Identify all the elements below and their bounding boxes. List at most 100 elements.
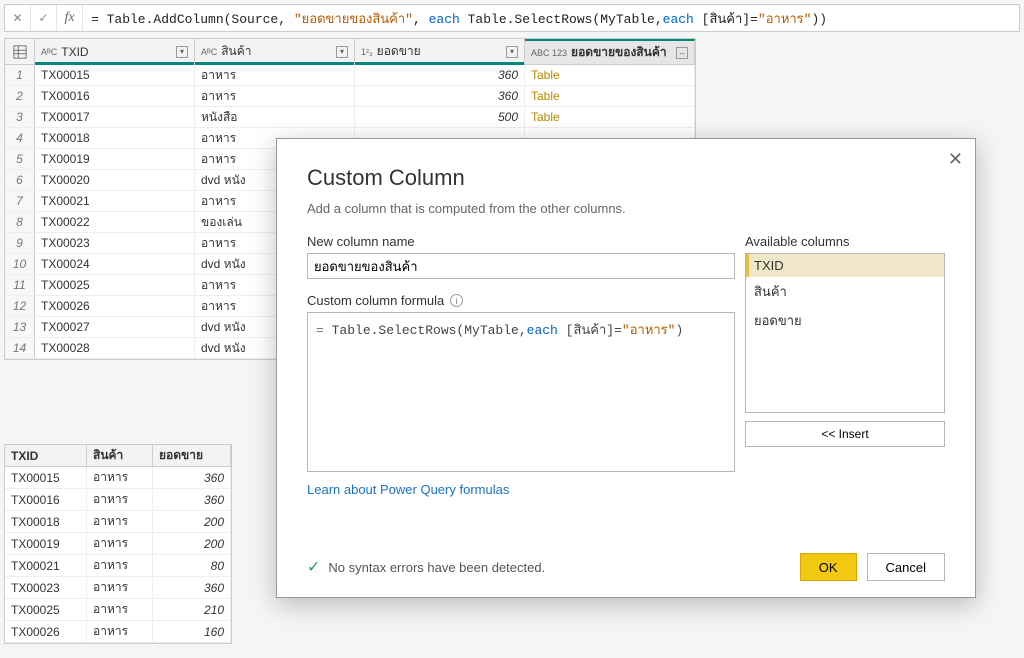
- cell-txid[interactable]: TX00022: [35, 212, 195, 232]
- row-number: 12: [5, 296, 35, 316]
- cell-product[interactable]: อาหาร: [87, 467, 153, 488]
- cell-txid[interactable]: TX00024: [35, 254, 195, 274]
- table-row[interactable]: TX00019อาหาร200: [5, 533, 231, 555]
- available-column-item[interactable]: สินค้า: [746, 277, 944, 306]
- cell-txid[interactable]: TX00016: [35, 86, 195, 106]
- cell-txid[interactable]: TX00023: [5, 577, 87, 598]
- chevron-down-icon[interactable]: ▾: [336, 46, 348, 58]
- cell-product[interactable]: อาหาร: [87, 489, 153, 510]
- cell-txid[interactable]: TX00015: [5, 467, 87, 488]
- table-row[interactable]: TX00026อาหาร160: [5, 621, 231, 643]
- cell-sales[interactable]: 200: [153, 533, 231, 554]
- mini-header-txid[interactable]: TXID: [5, 445, 87, 466]
- table-row[interactable]: TX00018อาหาร200: [5, 511, 231, 533]
- available-columns-list[interactable]: TXID สินค้า ยอดขาย: [745, 253, 945, 413]
- cell-sales[interactable]: 360: [355, 86, 525, 106]
- close-icon[interactable]: ✕: [948, 149, 963, 170]
- dialog-subtitle: Add a column that is computed from the o…: [307, 201, 945, 216]
- accept-formula-icon[interactable]: ✓: [31, 5, 57, 31]
- row-number: 14: [5, 338, 35, 358]
- mini-header-sales[interactable]: ยอดขาย: [153, 445, 231, 466]
- row-number: 1: [5, 65, 35, 85]
- cell-txid[interactable]: TX00018: [35, 128, 195, 148]
- col-header-new[interactable]: ABC 123 ยอดขายของสินค้า ↔: [525, 39, 695, 64]
- cell-sales[interactable]: 200: [153, 511, 231, 532]
- cell-txid[interactable]: TX00026: [35, 296, 195, 316]
- cell-txid[interactable]: TX00027: [35, 317, 195, 337]
- cell-product[interactable]: อาหาร: [195, 86, 355, 106]
- cell-sales[interactable]: 360: [355, 65, 525, 85]
- cell-txid[interactable]: TX00017: [35, 107, 195, 127]
- new-column-name-input[interactable]: [307, 253, 735, 279]
- grid-header: AᴮC TXID ▾ AᴮC สินค้า ▾ 1²₃ ยอดขาย ▾ ABC…: [5, 39, 695, 65]
- chevron-down-icon[interactable]: ▾: [506, 46, 518, 58]
- cell-txid[interactable]: TX00023: [35, 233, 195, 253]
- cell-txid[interactable]: TX00021: [5, 555, 87, 576]
- chevron-down-icon[interactable]: ▾: [176, 46, 188, 58]
- new-column-name-label: New column name: [307, 234, 735, 249]
- cell-sales[interactable]: 360: [153, 489, 231, 510]
- row-number: 11: [5, 275, 35, 295]
- cell-txid[interactable]: TX00019: [35, 149, 195, 169]
- cell-txid[interactable]: TX00028: [35, 338, 195, 358]
- table-row[interactable]: TX00025อาหาร210: [5, 599, 231, 621]
- mini-header-product[interactable]: สินค้า: [87, 445, 153, 466]
- cell-txid[interactable]: TX00018: [5, 511, 87, 532]
- cell-new[interactable]: Table: [525, 65, 695, 85]
- table-row[interactable]: TX00016อาหาร360: [5, 489, 231, 511]
- cell-sales[interactable]: 360: [153, 577, 231, 598]
- cell-txid[interactable]: TX00015: [35, 65, 195, 85]
- cell-product[interactable]: หนังสือ: [195, 107, 355, 127]
- formula-text[interactable]: = Table.AddColumn(Source, "ยอดขายของสินค…: [83, 8, 1019, 29]
- table-row[interactable]: TX00023อาหาร360: [5, 577, 231, 599]
- cell-product[interactable]: อาหาร: [87, 621, 153, 642]
- available-column-item[interactable]: ยอดขาย: [746, 306, 944, 335]
- cell-txid[interactable]: TX00021: [35, 191, 195, 211]
- cell-sales[interactable]: 80: [153, 555, 231, 576]
- expand-icon[interactable]: ↔: [676, 47, 688, 59]
- table-icon[interactable]: [5, 39, 35, 64]
- cell-sales[interactable]: 210: [153, 599, 231, 620]
- cell-product[interactable]: อาหาร: [87, 511, 153, 532]
- cell-new[interactable]: Table: [525, 86, 695, 106]
- row-number: 9: [5, 233, 35, 253]
- col-header-product[interactable]: AᴮC สินค้า ▾: [195, 39, 355, 64]
- row-number: 13: [5, 317, 35, 337]
- cell-sales[interactable]: 160: [153, 621, 231, 642]
- cell-sales[interactable]: 500: [355, 107, 525, 127]
- fx-icon[interactable]: fx: [57, 5, 83, 31]
- insert-button[interactable]: << Insert: [745, 421, 945, 447]
- table-row[interactable]: 3TX00017หนังสือ500Table: [5, 107, 695, 128]
- table-row[interactable]: TX00021อาหาร80: [5, 555, 231, 577]
- table-row[interactable]: 1TX00015อาหาร360Table: [5, 65, 695, 86]
- table-row[interactable]: 2TX00016อาหาร360Table: [5, 86, 695, 107]
- cell-txid[interactable]: TX00025: [35, 275, 195, 295]
- cell-sales[interactable]: 360: [153, 467, 231, 488]
- table-row[interactable]: TX00015อาหาร360: [5, 467, 231, 489]
- cell-txid[interactable]: TX00016: [5, 489, 87, 510]
- cell-product[interactable]: อาหาร: [195, 65, 355, 85]
- cell-product[interactable]: อาหาร: [87, 555, 153, 576]
- cell-product[interactable]: อาหาร: [87, 599, 153, 620]
- cell-product[interactable]: อาหาร: [87, 577, 153, 598]
- cancel-formula-icon[interactable]: ✕: [5, 5, 31, 31]
- col-header-txid[interactable]: AᴮC TXID ▾: [35, 39, 195, 64]
- learn-link[interactable]: Learn about Power Query formulas: [307, 472, 945, 497]
- type-text-icon: AᴮC: [201, 47, 217, 57]
- custom-formula-input[interactable]: = Table.SelectRows(MyTable,each [สินค้า]…: [307, 312, 735, 472]
- ok-button[interactable]: OK: [800, 553, 857, 581]
- dialog-title: Custom Column: [307, 165, 945, 191]
- cell-product[interactable]: อาหาร: [87, 533, 153, 554]
- col-header-sales[interactable]: 1²₃ ยอดขาย ▾: [355, 39, 525, 64]
- row-number: 7: [5, 191, 35, 211]
- available-column-item[interactable]: TXID: [746, 254, 944, 277]
- info-icon[interactable]: i: [450, 294, 463, 307]
- row-number: 6: [5, 170, 35, 190]
- cell-txid[interactable]: TX00020: [35, 170, 195, 190]
- cell-new[interactable]: Table: [525, 107, 695, 127]
- cell-txid[interactable]: TX00025: [5, 599, 87, 620]
- cancel-button[interactable]: Cancel: [867, 553, 945, 581]
- cell-txid[interactable]: TX00026: [5, 621, 87, 642]
- cell-txid[interactable]: TX00019: [5, 533, 87, 554]
- mini-table: TXID สินค้า ยอดขาย TX00015อาหาร360TX0001…: [4, 444, 232, 644]
